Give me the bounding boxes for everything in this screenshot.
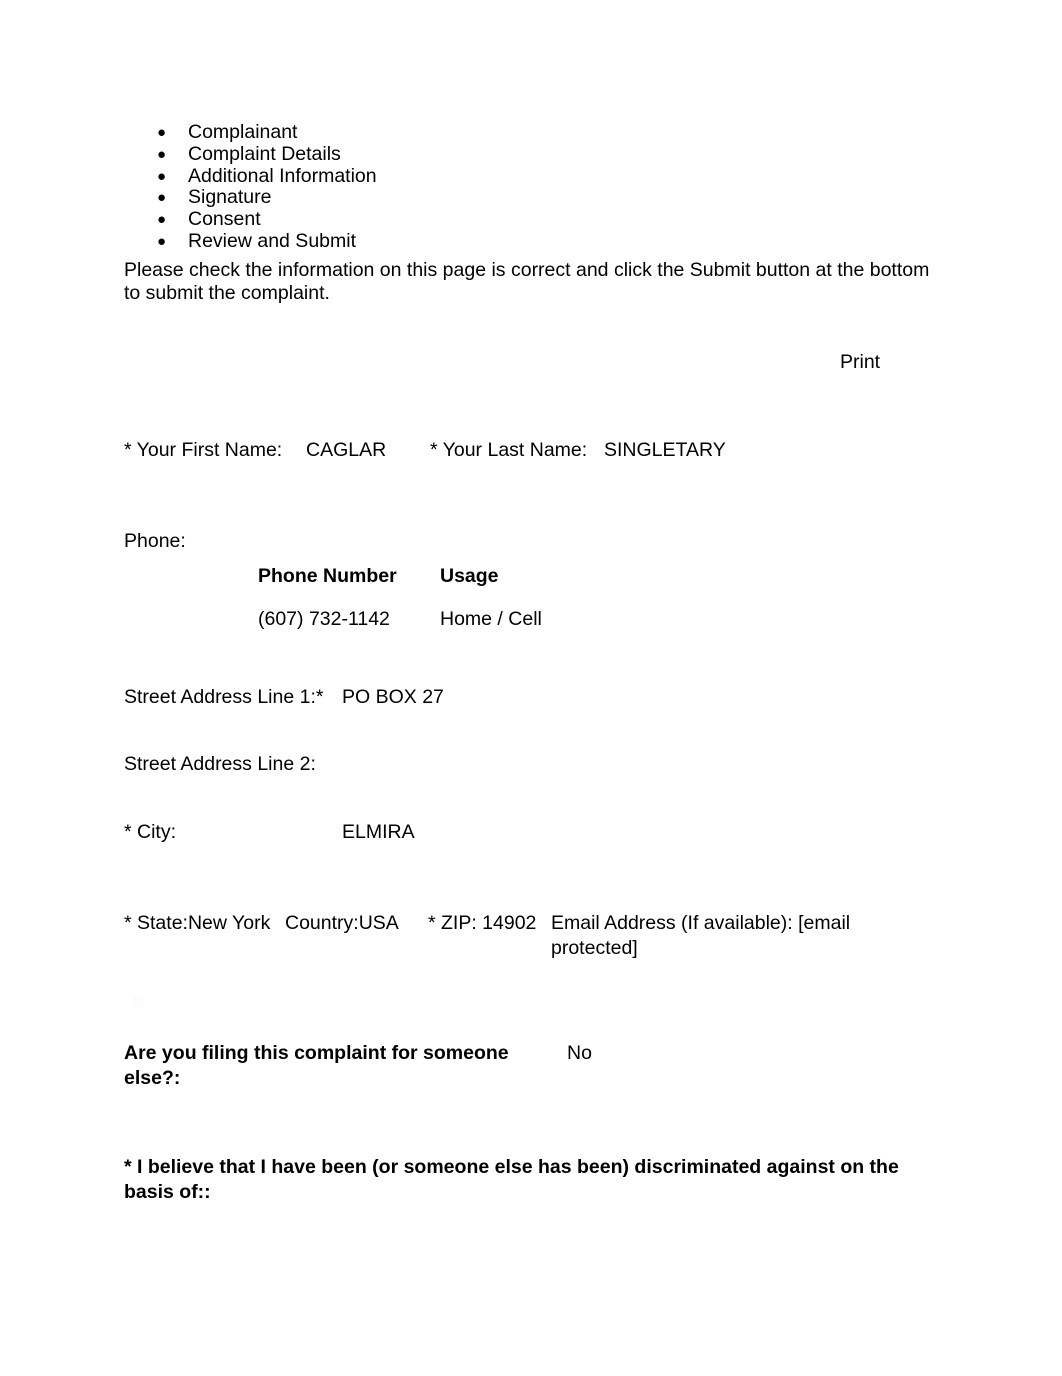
step-item-additional-information[interactable]: ● Additional Information [124,164,884,188]
bullet-icon: ● [157,167,167,185]
phone-usage-value: Home / Cell [440,608,542,630]
bullet-icon: ● [157,211,167,229]
step-item-label: Signature [188,186,272,209]
last-name-value: SINGLETARY [604,439,726,461]
filing-for-someone-else-label: Are you filing this complaint for someon… [124,1042,509,1089]
step-item-consent[interactable]: ● Consent [124,208,884,231]
step-item-complainant[interactable]: ● Complainant [124,121,884,144]
zip-field: * ZIP: 14902 [428,912,537,934]
step-item-label: Complainant [188,121,298,143]
country-field: Country:USA [285,912,399,934]
street-address-line2-label: Street Address Line 2: [124,753,316,775]
first-name-value: CAGLAR [306,439,387,461]
phone-usage-column-header: Usage [440,565,499,587]
bullet-icon: ● [157,124,167,141]
document-page: ● Complainant ● Complaint Details ● Addi… [0,0,1062,1376]
bullet-icon: ● [157,232,167,250]
basis-of-discrimination-statement: * I believe that I have been (or someone… [124,1156,899,1203]
street-address-line1-label: Street Address Line 1:* [124,686,324,708]
city-label: * City: [124,821,177,843]
bullet-icon: ● [157,189,167,207]
street-address-line2-row: Street Address Line 2: [124,752,316,777]
instructions-paragraph: Please check the information on this pag… [124,259,930,304]
page-artifact-mark [133,996,144,1007]
phone-table-header-row: Phone Number Usage [258,564,542,607]
step-item-label: Complaint Details [188,142,341,165]
filing-for-someone-else-answer: No [567,1042,592,1064]
phone-section-label: Phone: [124,530,186,552]
step-item-label: Additional Information [188,164,377,187]
step-item-label: Review and Submit [188,229,356,252]
state-field: * State:New York [124,912,271,934]
street-address-line1-row: Street Address Line 1:* PO BOX 27 [124,685,444,710]
print-button[interactable]: Print [840,351,880,373]
last-name-label: * Your Last Name: [430,439,588,461]
step-item-label: Consent [188,208,261,231]
table-row: (607) 732-1142 Home / Cell [258,607,542,632]
form-step-list: ● Complainant ● Complaint Details ● Addi… [124,121,884,253]
step-item-signature[interactable]: ● Signature [124,186,884,209]
phone-number-value: (607) 732-1142 [258,608,390,630]
first-name-label: * Your First Name: [124,439,283,461]
step-item-complaint-details[interactable]: ● Complaint Details [124,142,884,166]
phone-table: Phone Number Usage (607) 732-1142 Home /… [258,564,542,632]
step-item-review-and-submit[interactable]: ● Review and Submit [124,229,884,253]
email-field: Email Address (If available): [email pro… [551,911,851,961]
city-value: ELMIRA [342,821,415,843]
street-address-line1-value: PO BOX 27 [342,686,444,708]
city-row: * City: ELMIRA [124,820,415,845]
email-label: Email Address (If available): [551,912,793,934]
name-row: * Your First Name: CAGLAR * Your Last Name… [124,438,726,463]
bullet-icon: ● [157,145,167,163]
phone-number-column-header: Phone Number [258,565,397,587]
